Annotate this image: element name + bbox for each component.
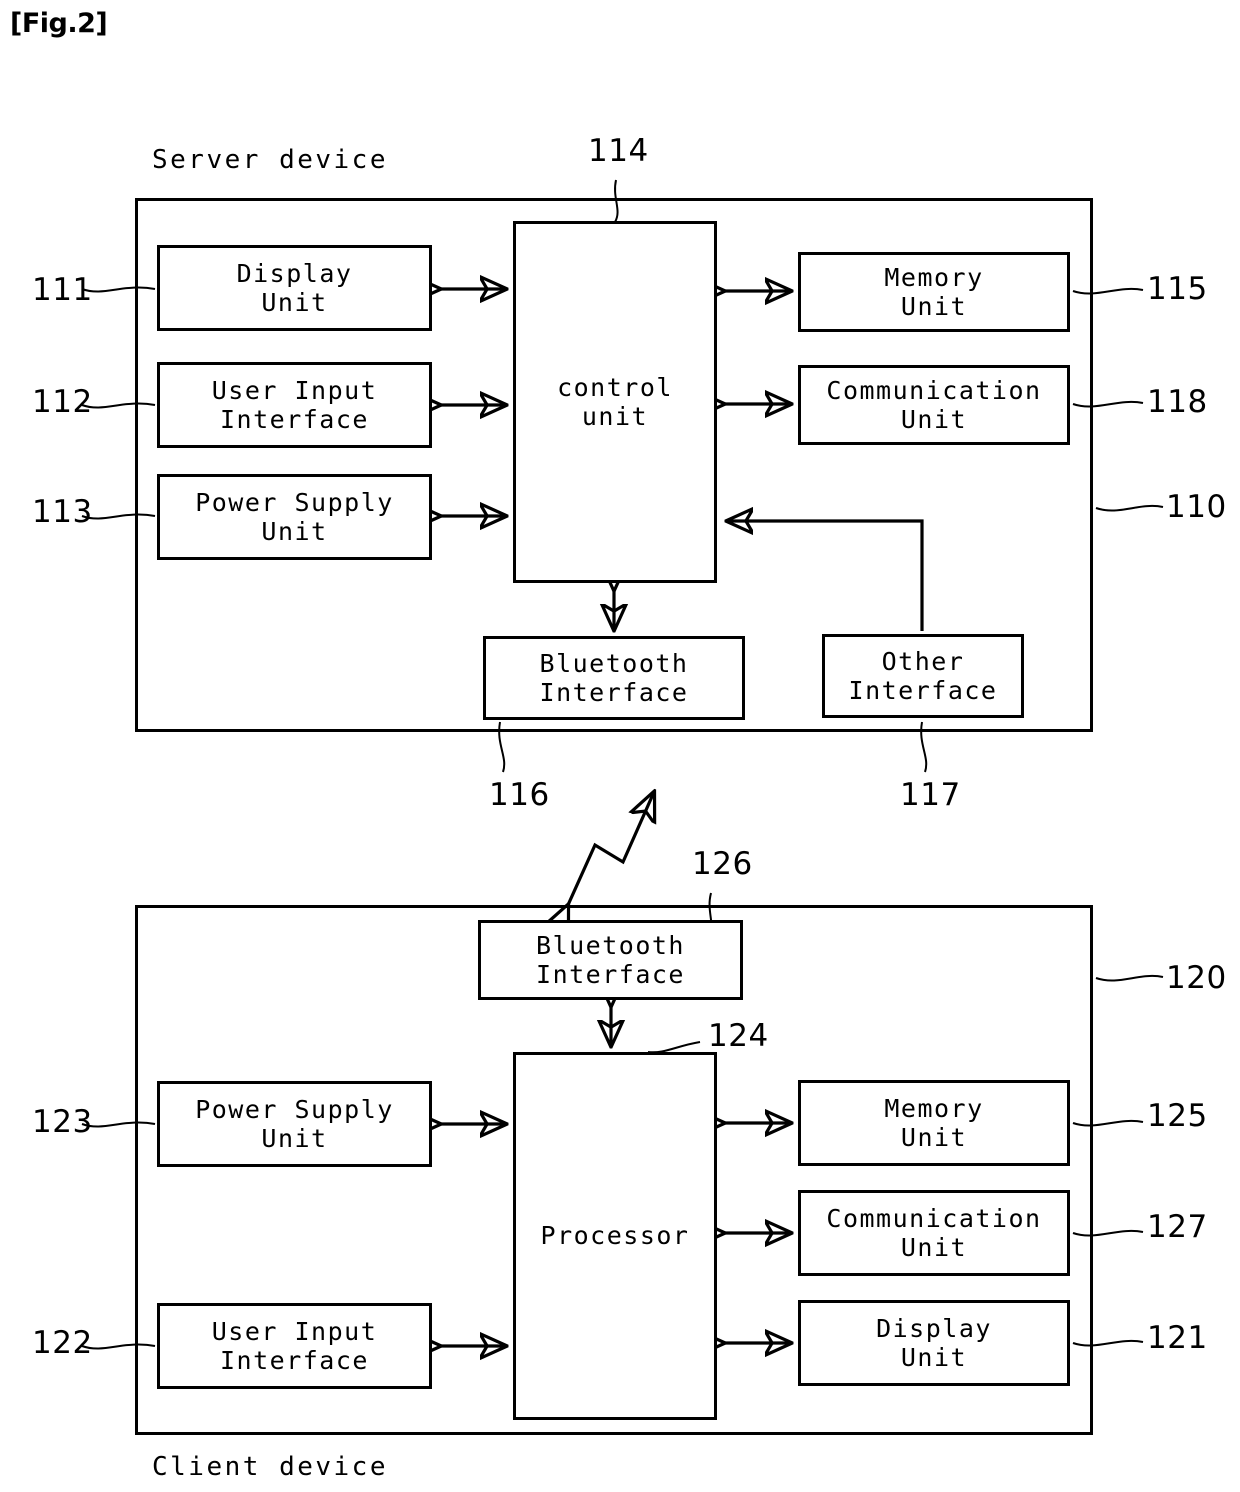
client-user-input-interface-label: User Input Interface [211,1316,378,1376]
client-bluetooth-interface-label: Bluetooth Interface [536,930,685,990]
ref-116: 116 [489,777,550,813]
ref-125: 125 [1147,1098,1208,1134]
server-power-supply-unit-box[interactable]: Power Supply Unit [157,474,432,560]
server-memory-unit-label: Memory Unit [884,262,984,322]
ref-120: 120 [1166,960,1227,996]
client-display-unit-label: Display Unit [876,1313,992,1373]
client-power-supply-unit-box[interactable]: Power Supply Unit [157,1081,432,1167]
ref-117: 117 [900,777,961,813]
ref-115: 115 [1147,271,1208,307]
ref-121: 121 [1147,1320,1208,1356]
server-bluetooth-interface-label: Bluetooth Interface [539,648,689,708]
ref-123: 123 [32,1104,93,1140]
server-power-supply-unit-label: Power Supply Unit [195,487,394,547]
client-device-label: Client device [152,1452,388,1482]
server-bluetooth-interface-box[interactable]: Bluetooth Interface [483,636,745,720]
ref-111: 111 [32,272,93,308]
server-other-interface-label: Other Interface [848,646,998,706]
server-display-unit-box[interactable]: Display Unit [157,245,432,331]
client-display-unit-box[interactable]: Display Unit [798,1300,1070,1386]
client-processor-label: Processor [540,1221,690,1251]
client-communication-unit-label: Communication Unit [826,1203,1042,1263]
client-bluetooth-interface-box[interactable]: Bluetooth Interface [478,920,743,1000]
figure-label: [Fig.2] [10,8,108,39]
client-power-supply-unit-label: Power Supply Unit [195,1094,394,1154]
ref-126: 126 [692,846,753,882]
client-communication-unit-box[interactable]: Communication Unit [798,1190,1070,1276]
client-memory-unit-label: Memory Unit [884,1093,984,1153]
ref-127: 127 [1147,1209,1208,1245]
server-control-unit-label: control unit [557,372,673,432]
server-user-input-interface-box[interactable]: User Input Interface [157,362,432,448]
server-communication-unit-box[interactable]: Communication Unit [798,365,1070,445]
server-other-interface-box[interactable]: Other Interface [822,634,1024,718]
ref-122: 122 [32,1325,93,1361]
ref-112: 112 [32,384,93,420]
server-device-label: Server device [152,145,388,175]
ref-110: 110 [1166,489,1227,525]
client-memory-unit-box[interactable]: Memory Unit [798,1080,1070,1166]
server-communication-unit-label: Communication Unit [826,375,1042,435]
server-control-unit-box[interactable]: control unit [513,221,717,583]
client-processor-box[interactable]: Processor [513,1052,717,1420]
server-memory-unit-box[interactable]: Memory Unit [798,252,1070,332]
ref-118: 118 [1147,384,1208,420]
ref-114: 114 [588,133,649,169]
ref-113: 113 [32,494,93,530]
ref-124: 124 [708,1018,769,1054]
server-display-unit-label: Display Unit [236,258,353,318]
client-user-input-interface-box[interactable]: User Input Interface [157,1303,432,1389]
wireless-link-arrow [568,792,654,905]
server-user-input-interface-label: User Input Interface [211,375,378,435]
